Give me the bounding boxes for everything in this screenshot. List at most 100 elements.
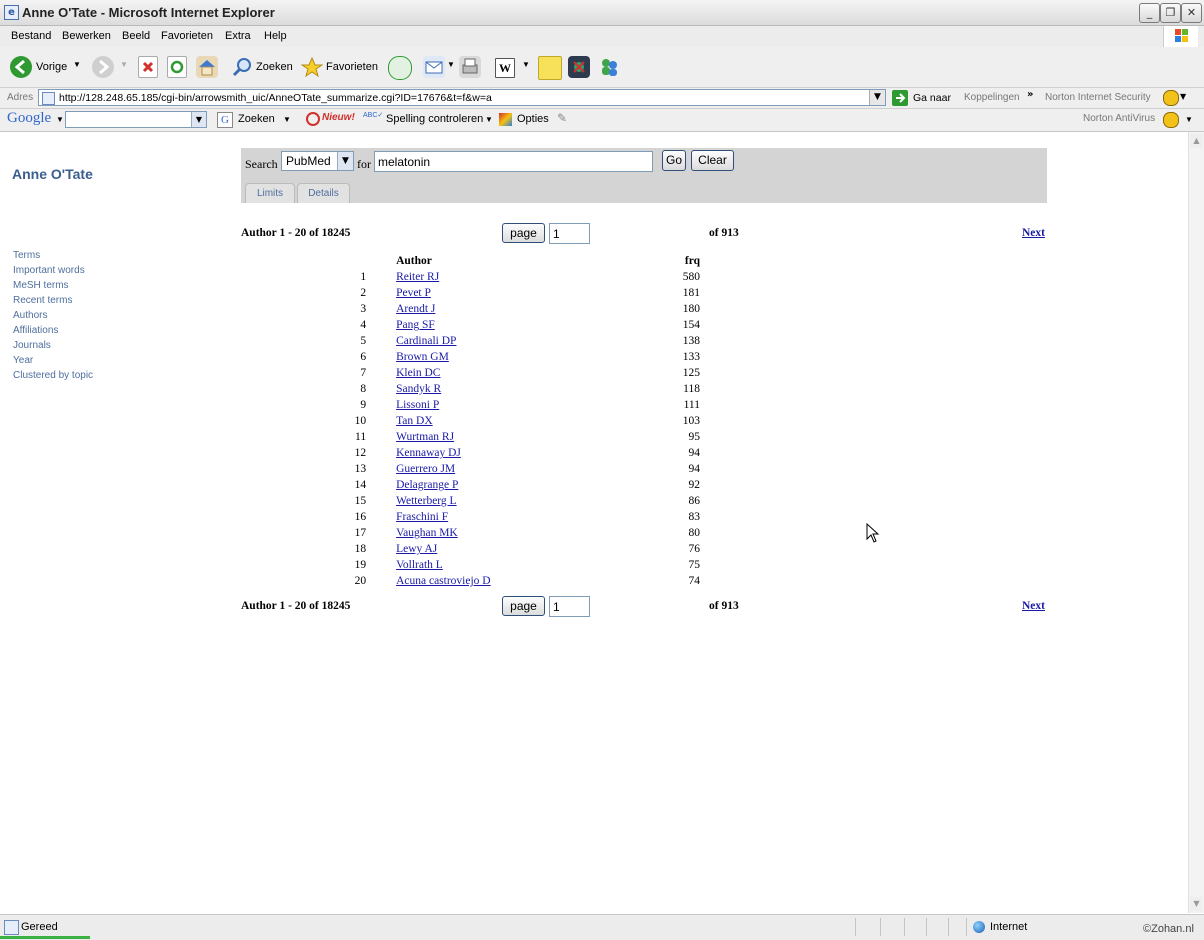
- author-link[interactable]: Delagrange P: [396, 477, 676, 493]
- author-link[interactable]: Wetterberg L: [396, 493, 676, 509]
- go-button-label[interactable]: Ga naar: [913, 92, 951, 104]
- database-dropdown-icon[interactable]: ▼: [337, 152, 353, 170]
- author-link[interactable]: Brown GM: [396, 349, 676, 365]
- nav-recent-terms[interactable]: Recent terms: [13, 293, 93, 308]
- author-name[interactable]: Delagrange P: [396, 479, 458, 491]
- back-button-label[interactable]: Vorige: [36, 61, 67, 73]
- author-name[interactable]: Wurtman RJ: [396, 431, 454, 443]
- page-button-top[interactable]: page: [502, 223, 545, 243]
- close-button[interactable]: ✕: [1181, 3, 1202, 23]
- author-name[interactable]: Vaughan MK: [396, 527, 458, 539]
- database-select[interactable]: PubMed ▼: [281, 151, 354, 171]
- author-name[interactable]: Cardinali DP: [396, 335, 456, 347]
- author-link[interactable]: Wurtman RJ: [396, 429, 676, 445]
- new-badge[interactable]: Nieuw!: [322, 112, 355, 123]
- author-name[interactable]: Pevet P: [396, 287, 431, 299]
- nav-terms[interactable]: Terms: [13, 248, 93, 263]
- search-query-input[interactable]: melatonin: [374, 151, 653, 172]
- author-link[interactable]: Reiter RJ: [396, 269, 676, 285]
- menu-help[interactable]: Help: [264, 30, 287, 42]
- links-label[interactable]: Koppelingen: [964, 92, 1020, 103]
- vertical-scrollbar[interactable]: ▲ ▼: [1188, 132, 1204, 913]
- popup-blocker-icon[interactable]: [306, 112, 320, 126]
- chevron-more-icon[interactable]: »: [1027, 89, 1033, 100]
- edit-dropdown-icon[interactable]: ▼: [522, 60, 530, 69]
- author-link[interactable]: Klein DC: [396, 365, 676, 381]
- author-link[interactable]: Tan DX: [396, 413, 676, 429]
- author-link[interactable]: Vaughan MK: [396, 525, 676, 541]
- home-icon[interactable]: [196, 56, 218, 78]
- norton-icon[interactable]: [1163, 90, 1179, 106]
- antivirus-dropdown-icon[interactable]: ▼: [1185, 115, 1193, 124]
- address-url[interactable]: http://128.248.65.185/cgi-bin/arrowsmith…: [59, 92, 492, 104]
- minimize-button[interactable]: _: [1139, 3, 1160, 23]
- google-logo[interactable]: Google: [7, 110, 51, 127]
- author-name[interactable]: Pang SF: [396, 319, 435, 331]
- author-name[interactable]: Brown GM: [396, 351, 449, 363]
- nav-important-words[interactable]: Important words: [13, 263, 93, 278]
- norton-antivirus-label[interactable]: Norton AntiVirus: [1083, 113, 1155, 124]
- address-input[interactable]: http://128.248.65.185/cgi-bin/arrowsmith…: [38, 89, 886, 106]
- forward-dropdown-icon[interactable]: ▼: [120, 60, 128, 69]
- page-number-input-bottom[interactable]: 1: [549, 596, 590, 617]
- author-link[interactable]: Vollrath L: [396, 557, 676, 573]
- menu-extra[interactable]: Extra: [225, 30, 251, 42]
- scroll-up-icon[interactable]: ▲: [1190, 134, 1203, 148]
- tab-limits[interactable]: Limits: [245, 183, 295, 203]
- mail-icon[interactable]: [423, 56, 445, 78]
- author-link[interactable]: Cardinali DP: [396, 333, 676, 349]
- next-link-bottom[interactable]: Next: [1022, 600, 1045, 612]
- research-icon[interactable]: [568, 56, 590, 78]
- author-link[interactable]: Sandyk R: [396, 381, 676, 397]
- norton-dropdown-icon[interactable]: ▼: [1180, 92, 1186, 101]
- menu-beeld[interactable]: Beeld: [122, 30, 150, 42]
- author-name[interactable]: Wetterberg L: [396, 495, 457, 507]
- google-search-dropdown-arrow-icon[interactable]: ▼: [283, 115, 291, 124]
- forward-arrow-icon[interactable]: [92, 56, 114, 78]
- author-link[interactable]: Guerrero JM: [396, 461, 676, 477]
- google-search-dropdown-icon[interactable]: ▼: [191, 112, 206, 127]
- author-name[interactable]: Fraschini F: [396, 511, 448, 523]
- messenger-icon[interactable]: [598, 56, 620, 78]
- author-name[interactable]: Tan DX: [396, 415, 433, 427]
- author-name[interactable]: Vollrath L: [396, 559, 443, 571]
- favorites-star-icon[interactable]: [300, 56, 324, 78]
- author-name[interactable]: Klein DC: [396, 367, 440, 379]
- menu-bewerken[interactable]: Bewerken: [62, 30, 111, 42]
- nav-authors[interactable]: Authors: [13, 308, 93, 323]
- google-search-button[interactable]: Zoeken: [238, 113, 275, 125]
- options-button[interactable]: Opties: [517, 113, 549, 125]
- back-arrow-icon[interactable]: [10, 56, 32, 78]
- author-link[interactable]: Arendt J: [396, 301, 676, 317]
- google-search-input[interactable]: ▼: [65, 111, 207, 128]
- tab-details[interactable]: Details: [297, 183, 350, 203]
- page-button-bottom[interactable]: page: [502, 596, 545, 616]
- author-link[interactable]: Lewy AJ: [396, 541, 676, 557]
- maximize-button[interactable]: ❐: [1160, 3, 1181, 23]
- clear-button[interactable]: Clear: [691, 150, 734, 171]
- author-name[interactable]: Reiter RJ: [396, 271, 439, 283]
- author-link[interactable]: Pang SF: [396, 317, 676, 333]
- author-name[interactable]: Guerrero JM: [396, 463, 455, 475]
- author-link[interactable]: Acuna castroviejo D: [396, 573, 676, 589]
- author-link[interactable]: Fraschini F: [396, 509, 676, 525]
- author-link[interactable]: Lissoni P: [396, 397, 676, 413]
- stop-icon[interactable]: [138, 56, 158, 78]
- note-icon[interactable]: [538, 56, 562, 80]
- print-icon[interactable]: [459, 56, 481, 78]
- search-button-label[interactable]: Zoeken: [256, 61, 293, 73]
- next-link-top[interactable]: Next: [1022, 227, 1045, 239]
- nav-mesh-terms[interactable]: MeSH terms: [13, 278, 93, 293]
- author-name[interactable]: Sandyk R: [396, 383, 441, 395]
- go-button[interactable]: Go: [662, 150, 686, 171]
- address-dropdown-icon[interactable]: ▼: [869, 90, 885, 105]
- highlight-pen-icon[interactable]: ✎: [557, 111, 567, 125]
- google-g-icon[interactable]: G: [217, 112, 233, 128]
- antivirus-icon[interactable]: [1163, 112, 1179, 128]
- nav-affiliations[interactable]: Affiliations: [13, 323, 93, 338]
- menu-favorieten[interactable]: Favorieten: [161, 30, 213, 42]
- site-title[interactable]: Anne O'Tate: [12, 166, 93, 182]
- word-edit-icon[interactable]: W: [495, 58, 515, 78]
- nav-year[interactable]: Year: [13, 353, 93, 368]
- mail-dropdown-icon[interactable]: ▼: [447, 60, 455, 69]
